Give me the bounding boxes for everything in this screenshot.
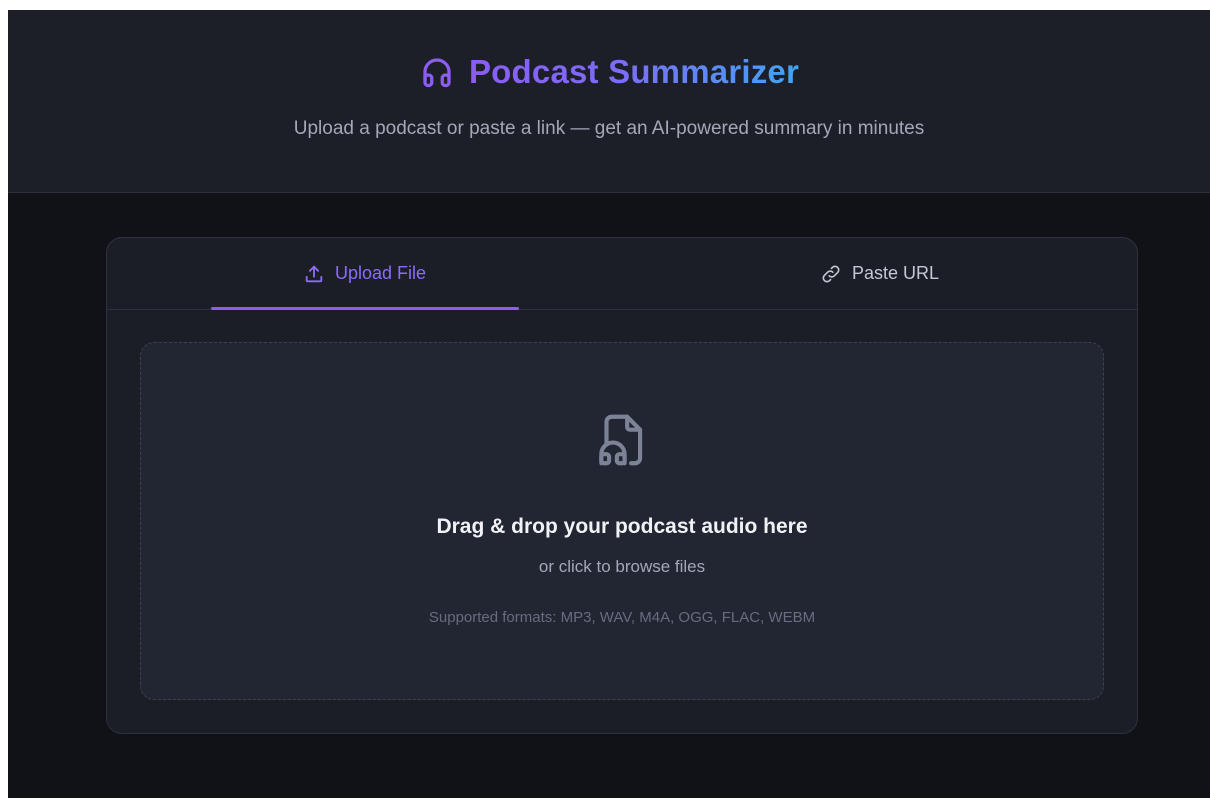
headphones-icon (419, 54, 455, 90)
supported-formats: Supported formats: MP3, WAV, M4A, OGG, F… (428, 609, 816, 626)
title-row: Podcast Summarizer (8, 50, 1210, 94)
upload-icon (303, 263, 325, 285)
file-dropzone[interactable]: Drag & drop your podcast audio here or c… (140, 342, 1104, 700)
tab-paste-url-label: Paste URL (851, 263, 940, 283)
audio-file-icon (591, 409, 653, 471)
input-tabs: Upload File Paste URL (107, 238, 1137, 310)
tab-upload-file-label: Upload File (334, 263, 427, 283)
page-header: Podcast Summarizer Upload a podcast or p… (8, 10, 1210, 193)
link-icon (820, 263, 842, 285)
dropzone-browse-hint: or click to browse files (538, 557, 706, 576)
page-subtitle: Upload a podcast or paste a link — get a… (293, 118, 925, 139)
dropzone-title: Drag & drop your podcast audio here (436, 515, 808, 538)
app-window: Podcast Summarizer Upload a podcast or p… (8, 10, 1210, 798)
tab-upload-file[interactable]: Upload File (107, 238, 622, 310)
page-title: Podcast Summarizer (468, 53, 800, 90)
tab-paste-url[interactable]: Paste URL (622, 238, 1137, 309)
input-card: Upload File Paste URL Drag & drop your p… (106, 237, 1138, 734)
